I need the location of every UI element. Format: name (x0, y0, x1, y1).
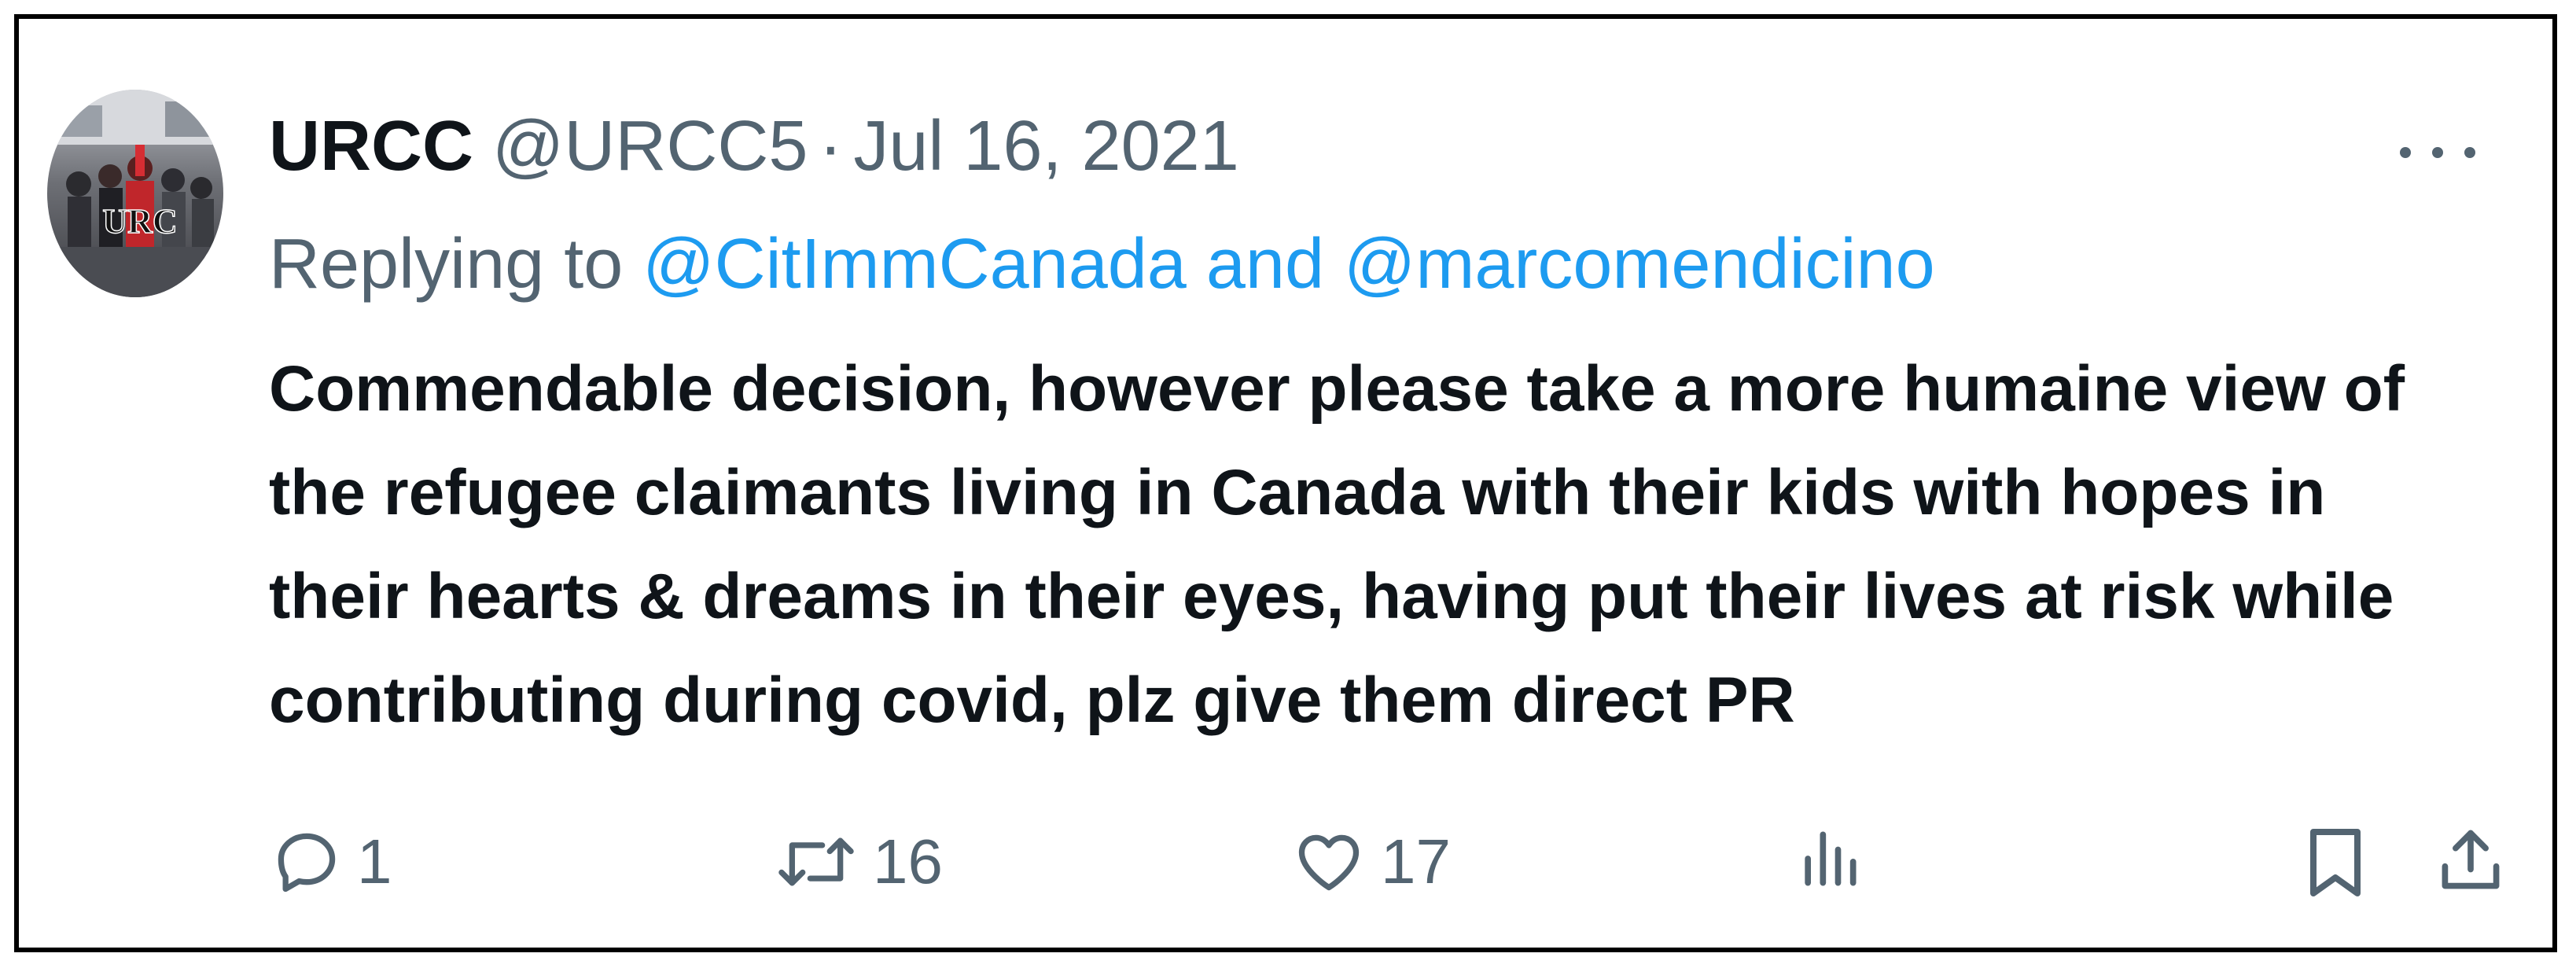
display-name[interactable]: URCC (269, 107, 473, 186)
avatar-image: URC (47, 90, 223, 297)
tweet-card: URC URCC @URCC5 · Jul 16, 2021 Replying … (14, 14, 2557, 952)
replying-to-prefix: Replying to (269, 225, 624, 304)
more-dot (2464, 147, 2475, 158)
reply-button[interactable]: 1 (270, 823, 392, 901)
tweet-header: URCC @URCC5 · Jul 16, 2021 (269, 107, 1239, 186)
views-button[interactable] (1798, 823, 1860, 895)
tweet-date[interactable]: Jul 16, 2021 (853, 107, 1238, 186)
share-icon (2442, 830, 2500, 889)
reply-count: 1 (357, 826, 392, 896)
avatar[interactable]: URC (47, 90, 223, 297)
more-options-icon[interactable] (2400, 137, 2475, 168)
header-separator: · (819, 107, 843, 186)
user-handle[interactable]: @URCC5 (492, 107, 808, 186)
views-icon (1805, 831, 1857, 886)
like-count: 17 (1381, 826, 1451, 896)
retweet-icon (778, 837, 854, 886)
replying-to: Replying to @CitImmCanada and @marcomend… (269, 225, 1935, 304)
share-button[interactable] (2434, 823, 2507, 898)
bookmark-button[interactable] (2304, 823, 2367, 901)
avatar-logo-text: URC (102, 202, 177, 241)
more-dot (2400, 147, 2411, 158)
bookmark-icon (2310, 829, 2361, 896)
more-dot (2432, 147, 2443, 158)
tweet-text: Commendable decision, however please tak… (269, 353, 2405, 736)
like-button[interactable]: 17 (1291, 823, 1451, 901)
reply-icon (278, 833, 336, 893)
retweet-button[interactable]: 16 (774, 823, 943, 901)
retweet-count: 16 (873, 826, 943, 896)
replying-to-mentions[interactable]: @CitImmCanada and @marcomendicino (642, 225, 1934, 304)
heart-icon (1298, 834, 1360, 891)
